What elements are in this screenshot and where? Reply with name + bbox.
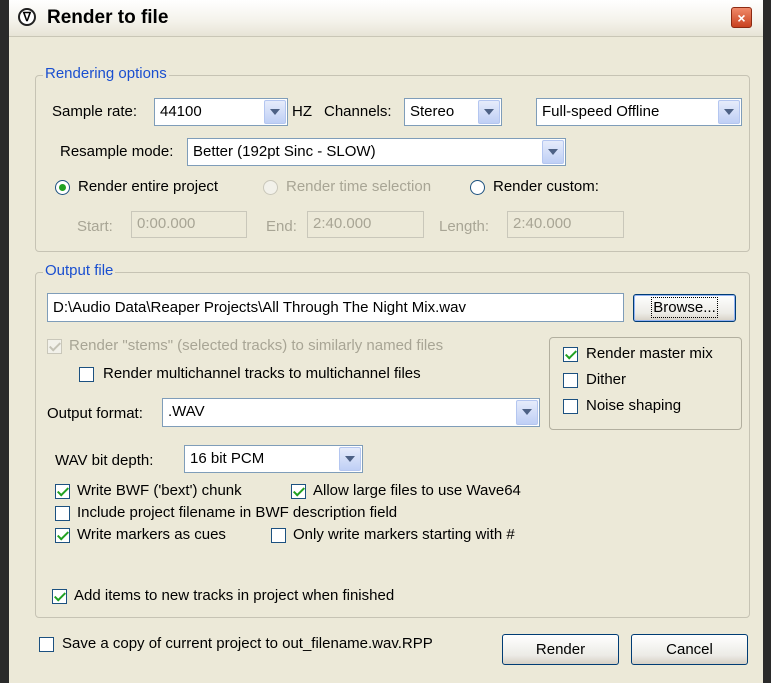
markers-hash-label[interactable]: Only write markers starting with # [293, 526, 515, 543]
render-custom-label[interactable]: Render custom: [493, 178, 599, 195]
sample-rate-value: 44100 [160, 103, 202, 120]
allow-wave64-checkbox[interactable] [291, 484, 306, 499]
render-stems-checkbox[interactable] [47, 339, 62, 354]
chevron-down-icon[interactable] [264, 100, 286, 124]
rendering-options-label: Rendering options [43, 65, 169, 82]
wav-bit-depth-value: 16 bit PCM [190, 450, 265, 467]
save-copy-label[interactable]: Save a copy of current project to out_fi… [62, 635, 433, 652]
length-label: Length: [439, 218, 490, 235]
browse-button-label: Browse... [651, 297, 718, 318]
sample-rate-combo[interactable]: 44100 [154, 98, 288, 126]
output-format-value: .WAV [168, 403, 205, 420]
browse-button[interactable]: Browse... [633, 294, 736, 322]
window-frame-left [0, 0, 9, 683]
render-time-selection-label[interactable]: Render time selection [286, 178, 431, 195]
title-bar[interactable]: ᐁ Render to file × [9, 0, 763, 37]
resample-mode-label: Resample mode: [60, 143, 174, 160]
close-icon: × [737, 10, 746, 26]
output-file-group [35, 272, 750, 618]
render-custom-radio[interactable] [470, 180, 485, 195]
add-items-checkbox[interactable] [52, 589, 67, 604]
include-filename-checkbox[interactable] [55, 506, 70, 521]
render-stems-label[interactable]: Render "stems" (selected tracks) to simi… [69, 337, 443, 354]
hz-label: HZ [292, 103, 312, 120]
channels-label: Channels: [324, 103, 392, 120]
cancel-button[interactable]: Cancel [631, 634, 748, 665]
start-field[interactable]: 0:00.000 [131, 211, 247, 238]
render-speed-combo[interactable]: Full-speed Offline [536, 98, 742, 126]
channels-value: Stereo [410, 103, 455, 120]
render-master-mix-checkbox[interactable] [563, 347, 578, 362]
output-format-combo[interactable]: .WAV [162, 398, 540, 427]
dither-label[interactable]: Dither [586, 371, 626, 388]
sample-rate-label: Sample rate: [52, 103, 138, 120]
output-file-label: Output file [43, 262, 116, 279]
markers-hash-checkbox[interactable] [271, 528, 286, 543]
write-bwf-checkbox[interactable] [55, 484, 70, 499]
render-button[interactable]: Render [502, 634, 619, 665]
reaper-logo-icon: ᐁ [18, 8, 36, 26]
chevron-down-icon[interactable] [516, 400, 538, 425]
render-entire-project-label[interactable]: Render entire project [78, 178, 218, 195]
render-time-selection-radio[interactable] [263, 180, 278, 195]
start-label: Start: [77, 218, 113, 235]
render-entire-project-radio[interactable] [55, 180, 70, 195]
end-field[interactable]: 2:40.000 [307, 211, 424, 238]
length-field[interactable]: 2:40.000 [507, 211, 624, 238]
noise-shaping-checkbox[interactable] [563, 399, 578, 414]
wav-bit-depth-label: WAV bit depth: [55, 452, 154, 469]
render-dialog: ᐁ Render to file × Rendering options Sam… [9, 0, 763, 683]
channels-combo[interactable]: Stereo [404, 98, 502, 126]
write-bwf-label[interactable]: Write BWF ('bext') chunk [77, 482, 242, 499]
chevron-down-icon[interactable] [718, 100, 740, 124]
close-button[interactable]: × [731, 7, 752, 28]
render-multichannel-checkbox[interactable] [79, 367, 94, 382]
noise-shaping-label[interactable]: Noise shaping [586, 397, 681, 414]
chevron-down-icon[interactable] [542, 140, 564, 164]
render-multichannel-label[interactable]: Render multichannel tracks to multichann… [103, 365, 421, 382]
resample-mode-value: Better (192pt Sinc - SLOW) [193, 143, 376, 160]
chevron-down-icon[interactable] [478, 100, 500, 124]
wav-bit-depth-combo[interactable]: 16 bit PCM [184, 445, 363, 473]
resample-mode-combo[interactable]: Better (192pt Sinc - SLOW) [187, 138, 566, 166]
save-copy-checkbox[interactable] [39, 637, 54, 652]
output-format-label: Output format: [47, 405, 143, 422]
render-master-mix-label[interactable]: Render master mix [586, 345, 713, 362]
add-items-label[interactable]: Add items to new tracks in project when … [74, 587, 394, 604]
render-speed-value: Full-speed Offline [542, 103, 660, 120]
dither-checkbox[interactable] [563, 373, 578, 388]
include-filename-label[interactable]: Include project filename in BWF descript… [77, 504, 397, 521]
markers-as-cues-checkbox[interactable] [55, 528, 70, 543]
window-title: Render to file [47, 7, 169, 28]
allow-wave64-label[interactable]: Allow large files to use Wave64 [313, 482, 521, 499]
chevron-down-icon[interactable] [339, 447, 361, 471]
markers-as-cues-label[interactable]: Write markers as cues [77, 526, 226, 543]
output-path-field[interactable]: D:\Audio Data\Reaper Projects\All Throug… [47, 293, 624, 322]
window-frame-right [763, 0, 771, 683]
end-label: End: [266, 218, 297, 235]
